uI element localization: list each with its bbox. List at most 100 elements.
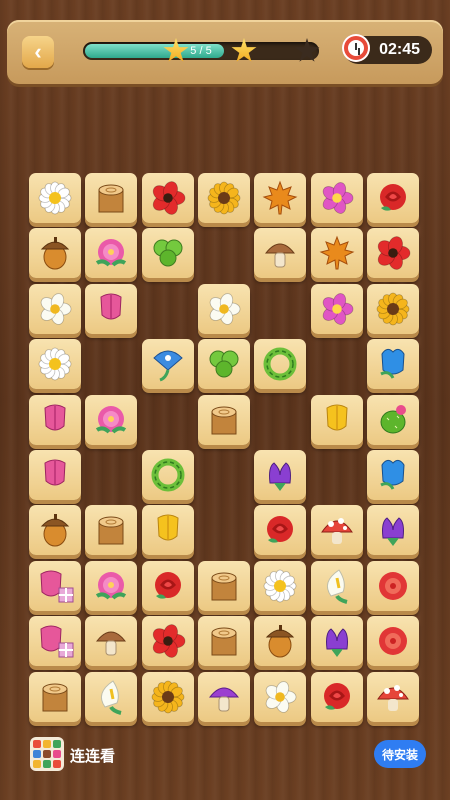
tile[interactable] xyxy=(85,560,138,611)
stump-icon xyxy=(91,510,131,550)
tile[interactable] xyxy=(141,228,194,279)
tile[interactable] xyxy=(254,339,307,390)
tile[interactable] xyxy=(254,560,307,611)
purple-mushroom-icon xyxy=(204,677,244,717)
tile[interactable] xyxy=(197,616,250,667)
tile[interactable] xyxy=(141,616,194,667)
peony-icon xyxy=(91,400,131,440)
calla-lily-icon xyxy=(91,677,131,717)
tulip-gift-icon xyxy=(35,621,75,661)
stump-icon xyxy=(91,178,131,218)
tile[interactable] xyxy=(254,616,307,667)
tile[interactable] xyxy=(141,505,194,556)
rose-icon xyxy=(260,510,300,550)
tile[interactable] xyxy=(85,173,138,223)
tile[interactable] xyxy=(141,560,194,611)
tile[interactable] xyxy=(141,671,194,722)
toadstool-icon xyxy=(373,677,413,717)
blue-tulip-icon xyxy=(373,344,413,384)
tile[interactable] xyxy=(310,394,363,445)
tile[interactable] xyxy=(366,616,419,667)
install-button[interactable]: 待安装 xyxy=(374,740,426,768)
tile[interactable] xyxy=(310,283,363,334)
tile[interactable] xyxy=(85,394,138,445)
sunflower-icon xyxy=(373,289,413,329)
tile[interactable] xyxy=(197,394,250,445)
tile[interactable] xyxy=(310,505,363,556)
tile[interactable] xyxy=(366,560,419,611)
tile[interactable] xyxy=(197,671,250,722)
calla-lily-icon xyxy=(317,566,357,606)
mushroom-icon xyxy=(91,621,131,661)
peony-icon xyxy=(91,566,131,606)
tile[interactable] xyxy=(29,283,81,334)
tile[interactable] xyxy=(366,228,419,279)
tile[interactable] xyxy=(141,450,194,500)
mushroom-icon xyxy=(260,233,300,273)
tile[interactable] xyxy=(366,450,419,500)
tile[interactable] xyxy=(29,560,81,611)
cactus-icon xyxy=(373,400,413,440)
yellow-tulip-icon xyxy=(317,400,357,440)
tile[interactable] xyxy=(29,450,81,500)
tile[interactable] xyxy=(29,228,81,279)
tile[interactable] xyxy=(366,173,419,223)
tile[interactable] xyxy=(29,505,81,556)
sunflower-icon xyxy=(148,677,188,717)
tulip-icon xyxy=(91,289,131,329)
tile[interactable] xyxy=(254,450,307,500)
toadstool-icon xyxy=(317,510,357,550)
poppy-icon xyxy=(148,178,188,218)
white-flower-icon xyxy=(35,289,75,329)
white-flower-icon xyxy=(260,677,300,717)
daisy-icon xyxy=(35,178,75,218)
tulip-icon xyxy=(35,400,75,440)
tile[interactable] xyxy=(310,616,363,667)
tile[interactable] xyxy=(366,283,419,334)
tile[interactable] xyxy=(197,560,250,611)
tile[interactable] xyxy=(141,339,194,390)
stump-icon xyxy=(204,621,244,661)
tile[interactable] xyxy=(310,671,363,722)
tile[interactable] xyxy=(254,505,307,556)
purple-flower-icon xyxy=(317,621,357,661)
tile[interactable] xyxy=(254,173,307,223)
tile[interactable] xyxy=(310,560,363,611)
purple-flower-icon xyxy=(260,455,300,495)
white-flower-icon xyxy=(204,289,244,329)
tile[interactable] xyxy=(85,283,138,334)
tile[interactable] xyxy=(197,283,250,334)
purple-flower-icon xyxy=(373,510,413,550)
tile[interactable] xyxy=(29,671,81,722)
app-logo-icon[interactable] xyxy=(30,737,64,771)
tile[interactable] xyxy=(29,173,81,223)
acorn-icon xyxy=(35,510,75,550)
tile[interactable] xyxy=(29,394,81,445)
stump-icon xyxy=(35,677,75,717)
tile[interactable] xyxy=(366,339,419,390)
clover-icon xyxy=(204,344,244,384)
tile[interactable] xyxy=(85,671,138,722)
tile[interactable] xyxy=(254,671,307,722)
pink-flower-icon xyxy=(317,178,357,218)
pink-flower-icon xyxy=(317,289,357,329)
tile[interactable] xyxy=(366,505,419,556)
tile[interactable] xyxy=(310,173,363,223)
tile[interactable] xyxy=(254,228,307,279)
poppy-icon xyxy=(373,233,413,273)
tile[interactable] xyxy=(85,505,138,556)
daisy-icon xyxy=(260,566,300,606)
tile[interactable] xyxy=(366,671,419,722)
tile[interactable] xyxy=(85,616,138,667)
tile[interactable] xyxy=(197,339,250,390)
tile[interactable] xyxy=(197,173,250,223)
wreath-icon xyxy=(260,344,300,384)
tile[interactable] xyxy=(29,339,81,390)
tile[interactable] xyxy=(141,173,194,223)
tile[interactable] xyxy=(29,616,81,667)
peony-icon xyxy=(91,233,131,273)
tile[interactable] xyxy=(366,394,419,445)
tile[interactable] xyxy=(85,228,138,279)
red-bloom-icon xyxy=(373,566,413,606)
tile[interactable] xyxy=(310,228,363,279)
